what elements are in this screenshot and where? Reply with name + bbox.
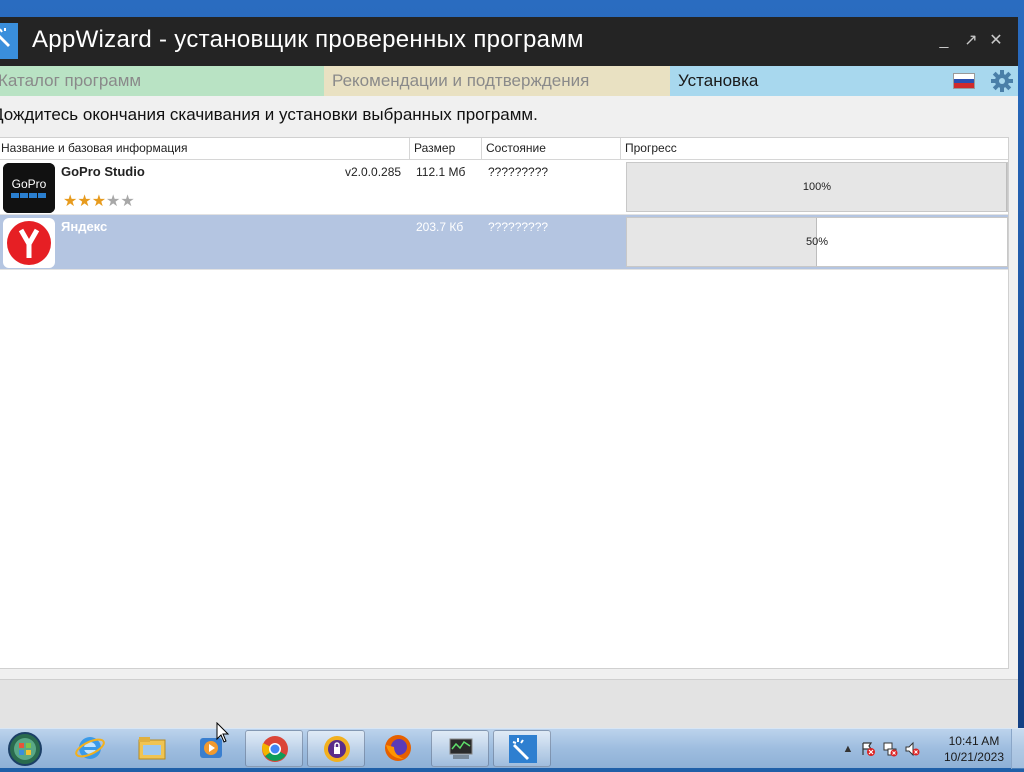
app-logo-icon [0,23,18,59]
star-icon: ★ [77,193,92,210]
star-icon: ★ [91,193,107,210]
minimize-button[interactable]: _ [934,31,954,51]
column-header-name[interactable]: Название и базовая информация [0,138,410,159]
system-tray: ▲ 10:41 AM 10/21/2023 [834,729,1024,769]
system-monitor-icon [449,738,473,759]
app-version: v2.0.0.285 [345,165,402,179]
rating-stars: ★★★★★ [63,191,135,211]
app-size: 203.7 Кб [416,220,464,234]
volume-icon[interactable] [904,741,920,757]
clock-time: 10:41 AM [948,734,1000,748]
app-status: ????????? [488,220,549,234]
taskbar-explorer[interactable] [123,730,181,767]
star-icon: ★ [106,193,121,210]
footer-bar [0,679,1018,729]
tab-catalog[interactable]: Каталог программ [0,66,324,96]
taskbar-clock[interactable]: 10:41 AM 10/21/2023 [944,733,1004,765]
gopro-logo-text: GoPro [12,177,47,191]
window-title: AppWizard - установщик проверенных прогр… [32,26,584,53]
taskbar: ▲ 10:41 AM 10/21/2023 [0,728,1024,769]
chrome-icon [262,736,288,762]
firefox-icon [385,735,411,761]
show-hidden-icons-icon[interactable]: ▲ [840,741,856,757]
table-row[interactable]: GoPro GoPro Studio v2.0.0.285 ★★★★★ 112.… [0,160,1008,215]
progress-bar: 50% [626,217,1008,267]
progress-label: 50% [805,236,829,248]
taskbar-system-monitor[interactable] [431,730,489,767]
network-icon[interactable] [882,741,898,757]
appwizard-window: AppWizard - установщик проверенных прогр… [0,17,1018,729]
app-name: GoPro Studio [61,164,145,179]
taskbar-firefox[interactable] [369,730,427,767]
tab-recommendations[interactable]: Рекомендации и подтверждения [324,66,670,96]
security-app-icon [324,736,350,762]
start-button[interactable] [6,731,44,767]
gear-icon[interactable] [990,69,1014,93]
title-bar[interactable]: AppWizard - установщик проверенных прогр… [0,17,1018,66]
app-name: Яндекс [61,219,108,234]
column-header-size[interactable]: Размер [410,138,482,159]
app-status: ????????? [488,165,549,179]
install-table: Название и базовая информация Размер Сос… [0,137,1009,669]
windows-orb-icon [8,732,42,766]
progress-label: 100% [802,181,832,193]
progress-bar: 100% [626,162,1008,212]
star-icon: ★ [120,193,135,210]
star-icon: ★ [63,193,78,210]
appwizard-icon [509,735,537,763]
action-center-icon[interactable] [860,741,876,757]
mouse-cursor-icon [216,722,230,743]
taskbar-ie[interactable] [61,730,119,767]
close-button[interactable]: ✕ [986,31,1006,51]
taskbar-media-player[interactable] [183,730,241,767]
gopro-icon: GoPro [3,163,55,213]
table-header: Название и базовая информация Размер Сос… [0,138,1008,160]
app-size: 112.1 Мб [416,165,466,179]
table-row[interactable]: Яндекс 203.7 Кб ????????? 50% [0,215,1008,270]
ie-icon [75,737,105,759]
column-header-progress[interactable]: Прогресс [621,138,1008,159]
taskbar-chrome[interactable] [245,730,303,767]
yandex-icon [3,218,55,268]
russian-flag-icon[interactable] [953,73,975,89]
taskbar-security-app[interactable] [307,730,365,767]
column-header-status[interactable]: Состояние [482,138,621,159]
taskbar-appwizard[interactable] [493,730,551,767]
tab-bar: Каталог программ Рекомендации и подтверж… [0,66,1018,96]
maximize-button[interactable]: ↗ [961,31,981,51]
instruction-text: Дождитесь окончания скачивания и установ… [0,105,538,124]
explorer-icon [138,737,166,760]
show-desktop-button[interactable] [1011,729,1024,769]
clock-date: 10/21/2023 [943,750,1004,764]
